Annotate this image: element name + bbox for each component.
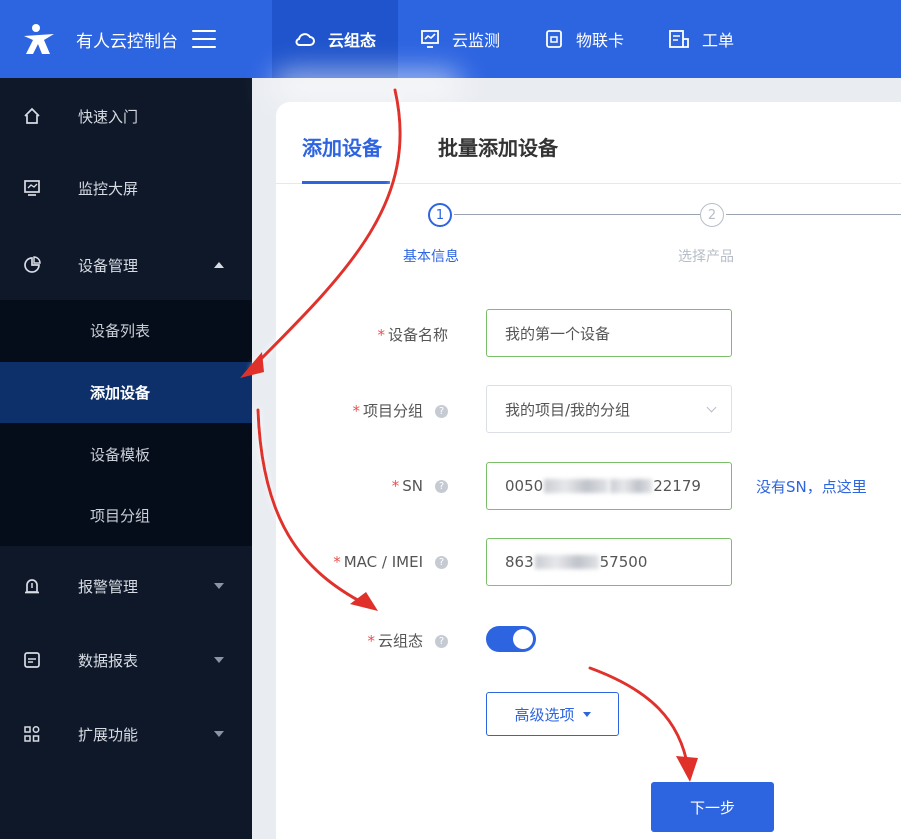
step-1-label: 基本信息 [403, 249, 459, 265]
step-connector [454, 214, 700, 215]
sidebar-subitem-project-group[interactable]: 项目分组 [0, 485, 252, 546]
sidebar-subitem-label: 设备模板 [90, 446, 151, 464]
mac-imei-value-suffix: 57500 [599, 553, 648, 571]
project-group-value: 我的项目/我的分组 [505, 400, 631, 419]
mac-imei-label: * MAC / IMEI? [288, 553, 448, 571]
sidebar-item-label: 扩展功能 [78, 725, 139, 744]
apps-grid-icon [22, 724, 42, 744]
redacted-mask [610, 479, 653, 493]
nav-label: 工单 [702, 31, 735, 50]
home-icon [22, 106, 42, 126]
chevron-down-icon [706, 402, 717, 413]
sim-card-icon [546, 30, 562, 48]
help-icon[interactable]: ? [435, 556, 448, 569]
active-tab-indicator [302, 181, 390, 184]
sidebar-item-label: 数据报表 [78, 651, 139, 670]
project-group-label: * 项目分组? [288, 400, 448, 421]
step-2-label: 选择产品 [678, 249, 734, 265]
top-nav: 云组态 云监测 物联卡 工单 [272, 0, 756, 78]
sidebar-item-data-report[interactable]: 数据报表 [0, 640, 252, 680]
cloud-icon [295, 33, 315, 46]
redacted-mask [534, 555, 599, 569]
sidebar-subitem-device-template[interactable]: 设备模板 [0, 424, 252, 485]
sidebar: 快速入门 监控大屏 设备管理 设备列表 添加设备 设备模板 项目分组 报警管理 … [0, 78, 252, 839]
device-submenu: 设备列表 添加设备 设备模板 项目分组 [0, 300, 252, 546]
main-panel: 添加设备 批量添加设备 1 基本信息 2 选择产品 * 设备名称 我的第一个设备 … [276, 102, 901, 839]
sidebar-item-label: 快速入门 [78, 107, 139, 126]
cloud-config-label: * 云组态? [288, 630, 448, 651]
help-icon[interactable]: ? [435, 405, 448, 418]
menu-toggle-icon[interactable] [192, 30, 216, 48]
tab-batch-add-device[interactable]: 批量添加设备 [438, 132, 558, 161]
sidebar-item-monitor-screen[interactable]: 监控大屏 [0, 168, 252, 208]
device-name-input[interactable]: 我的第一个设备 [486, 309, 732, 357]
sn-value-suffix: 22179 [653, 477, 701, 495]
mac-imei-value-prefix: 863 [505, 553, 534, 571]
pie-chart-icon [22, 255, 42, 275]
sn-input[interactable]: 0050 22179 [486, 462, 732, 510]
step-2-indicator: 2 [700, 203, 724, 227]
caret-down-icon [214, 657, 224, 663]
next-step-label: 下一步 [689, 798, 735, 817]
project-group-select[interactable]: 我的项目/我的分组 [486, 385, 732, 433]
ticket-icon [669, 30, 689, 48]
next-step-button[interactable]: 下一步 [651, 782, 774, 832]
step-connector [726, 214, 901, 215]
sn-value-prefix: 0050 [505, 477, 544, 495]
help-icon[interactable]: ? [435, 480, 448, 493]
alarm-bell-icon [22, 576, 42, 596]
caret-down-icon [582, 711, 591, 717]
mac-imei-input[interactable]: 863 57500 [486, 538, 732, 586]
tab-add-device[interactable]: 添加设备 [302, 132, 382, 161]
sidebar-subitem-add-device[interactable]: 添加设备 [0, 362, 252, 423]
sidebar-subitem-label: 项目分组 [90, 507, 151, 525]
nav-ticket[interactable]: 工单 [646, 0, 756, 78]
caret-up-icon [214, 262, 224, 268]
device-name-label: * 设备名称 [377, 326, 448, 344]
sidebar-item-device-management[interactable]: 设备管理 [0, 245, 252, 285]
advanced-options-button[interactable]: 高级选项 [486, 692, 619, 736]
top-bar: 有人云控制台 云组态 云监测 物联卡 工单 [0, 0, 901, 78]
nav-cloud-monitor[interactable]: 云监测 [398, 0, 522, 78]
nav-label: 物联卡 [576, 31, 625, 50]
screen-icon [22, 178, 42, 198]
advanced-options-label: 高级选项 [514, 705, 575, 724]
device-name-value: 我的第一个设备 [505, 324, 611, 343]
nav-cloud-config[interactable]: 云组态 [272, 0, 399, 78]
report-icon [22, 650, 42, 670]
caret-down-icon [214, 583, 224, 589]
highlight-glow [272, 70, 462, 102]
nav-label: 云组态 [328, 31, 377, 50]
sidebar-item-label: 报警管理 [78, 577, 139, 596]
caret-down-icon [214, 731, 224, 737]
sidebar-subitem-label: 设备列表 [90, 322, 151, 340]
sn-label: * SN? [288, 477, 448, 495]
no-sn-link[interactable]: 没有SN，点这里 [756, 476, 867, 497]
redacted-mask [544, 479, 609, 493]
cloud-config-toggle[interactable] [486, 626, 536, 652]
sidebar-item-extensions[interactable]: 扩展功能 [0, 714, 252, 754]
toggle-knob [513, 629, 533, 649]
brand-title: 有人云控制台 [76, 31, 178, 52]
nav-label: 云监测 [452, 31, 501, 50]
sidebar-item-label: 监控大屏 [78, 179, 139, 198]
sidebar-item-label: 设备管理 [78, 256, 139, 275]
brand: 有人云控制台 [0, 0, 252, 78]
logo-icon [20, 20, 58, 58]
sidebar-item-quick-start[interactable]: 快速入门 [0, 96, 252, 136]
sidebar-subitem-label: 添加设备 [90, 384, 151, 402]
tab-bar: 添加设备 批量添加设备 [276, 102, 901, 184]
nav-sim-card[interactable]: 物联卡 [522, 0, 646, 78]
sidebar-item-alarm-management[interactable]: 报警管理 [0, 566, 252, 606]
step-1-indicator: 1 [428, 203, 452, 227]
sidebar-subitem-device-list[interactable]: 设备列表 [0, 300, 252, 361]
monitor-icon [421, 30, 439, 48]
help-icon[interactable]: ? [435, 635, 448, 648]
